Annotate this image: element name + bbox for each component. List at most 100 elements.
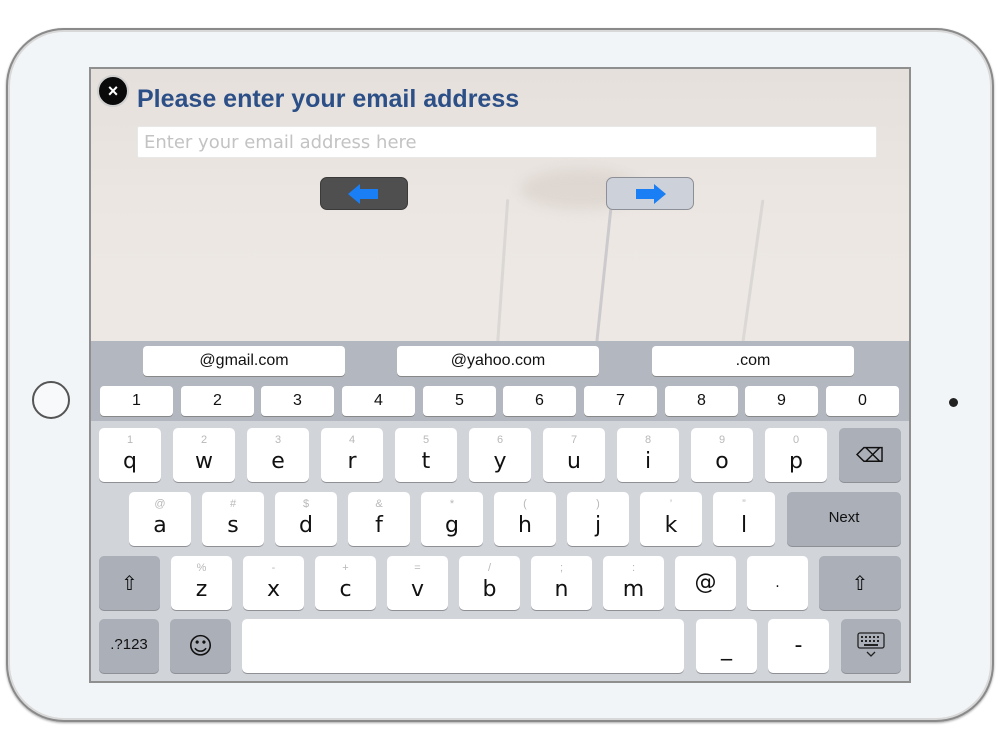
key-label: e — [271, 449, 285, 474]
next-button[interactable] — [606, 177, 694, 210]
emoji-icon: ☺ — [187, 632, 214, 660]
suggestion-yahoo[interactable]: @yahoo.com — [397, 346, 599, 376]
key-m[interactable]: :m — [603, 556, 664, 610]
key-alt: * — [449, 498, 455, 510]
underscore-key[interactable]: _ — [696, 619, 757, 673]
key-h[interactable]: (h — [494, 492, 556, 546]
key-label: - — [794, 633, 803, 658]
key-alt: + — [342, 562, 349, 574]
numbers-key[interactable]: .?123 — [99, 619, 159, 673]
suggestion-gmail[interactable]: @gmail.com — [143, 346, 345, 376]
key-alt: 9 — [718, 434, 726, 446]
arrow-left-icon — [348, 183, 378, 204]
keyboard-dismiss-icon — [857, 632, 885, 657]
key-alt: / — [487, 562, 492, 574]
close-button[interactable]: × — [97, 75, 129, 107]
key-label: y — [493, 449, 507, 474]
dismiss-keyboard-key[interactable] — [841, 619, 901, 673]
key-alt: @ — [154, 498, 166, 510]
key-label: w — [195, 449, 213, 474]
key-label: @ — [694, 570, 717, 595]
shift-icon: ⇧ — [121, 571, 138, 595]
key-c[interactable]: + c — [315, 556, 376, 610]
key-a[interactable]: @ a — [129, 492, 191, 546]
key-s[interactable]: # s — [202, 492, 264, 546]
key-r[interactable]: 4r — [321, 428, 383, 482]
key-label: m — [622, 577, 645, 602]
key-label: l — [740, 513, 748, 538]
key-d[interactable]: $ d — [275, 492, 337, 546]
key-alt: 8 — [644, 434, 652, 446]
key-i[interactable]: 8i — [617, 428, 679, 482]
key-label: i — [644, 449, 652, 474]
key-label: . — [775, 575, 780, 591]
keyboard: @gmail.com @yahoo.com .com 1 2 3 4 5 6 7… — [91, 341, 909, 681]
key-n[interactable]: ; n — [531, 556, 592, 610]
number-key-1[interactable]: 1 — [100, 386, 173, 416]
key-label: q — [123, 449, 137, 474]
key-o[interactable]: 9o — [691, 428, 753, 482]
key-alt: % — [196, 562, 207, 574]
key-f[interactable]: & f — [348, 492, 410, 546]
key-alt: 7 — [570, 434, 578, 446]
number-key-0[interactable]: 0 — [826, 386, 899, 416]
key-y[interactable]: 6y — [469, 428, 531, 482]
shift-key-left[interactable]: ⇧ — [99, 556, 160, 610]
key-x[interactable]: -x — [243, 556, 304, 610]
key-at[interactable]: @ — [675, 556, 736, 610]
arrow-right-icon — [636, 183, 666, 204]
key-u[interactable]: 7u — [543, 428, 605, 482]
home-button[interactable] — [32, 381, 70, 419]
number-key-3[interactable]: 3 — [261, 386, 334, 416]
next-key[interactable]: Next — [787, 492, 901, 546]
key-k[interactable]: ’ k — [640, 492, 702, 546]
key-w[interactable]: 2w — [173, 428, 235, 482]
number-key-5[interactable]: 5 — [423, 386, 496, 416]
key-alt: ) — [596, 498, 600, 510]
email-input[interactable] — [137, 126, 877, 158]
number-key-8[interactable]: 8 — [665, 386, 738, 416]
key-z[interactable]: % z — [171, 556, 232, 610]
key-alt: $ — [302, 498, 310, 510]
key-v[interactable]: = v — [387, 556, 448, 610]
key-t[interactable]: 5t — [395, 428, 457, 482]
number-key-6[interactable]: 6 — [503, 386, 576, 416]
key-alt: & — [375, 498, 383, 510]
key-label: x — [266, 577, 281, 602]
dash-key[interactable]: - — [768, 619, 829, 673]
number-key-2[interactable]: 2 — [181, 386, 254, 416]
close-icon: × — [107, 81, 119, 101]
key-alt: ; — [559, 562, 564, 574]
key-b[interactable]: / b — [459, 556, 520, 610]
key-label: b — [482, 577, 497, 602]
delete-key[interactable]: ⌫ — [839, 428, 901, 482]
key-j[interactable]: ) j — [567, 492, 629, 546]
number-key-9[interactable]: 9 — [745, 386, 818, 416]
key-label: d — [299, 513, 313, 538]
key-alt: - — [271, 562, 276, 574]
key-e[interactable]: 3e — [247, 428, 309, 482]
key-q[interactable]: 1q — [99, 428, 161, 482]
key-alt: 1 — [126, 434, 134, 446]
shift-key-right[interactable]: ⇧ — [819, 556, 901, 610]
key-alt: : — [631, 562, 636, 574]
key-alt: ” — [742, 498, 746, 510]
key-label: s — [227, 513, 239, 538]
emoji-key[interactable]: ☺ — [170, 619, 231, 673]
camera-icon — [949, 398, 958, 407]
number-key-4[interactable]: 4 — [342, 386, 415, 416]
suggestion-com[interactable]: .com — [652, 346, 854, 376]
page-title: Please enter your email address — [137, 85, 520, 113]
space-key[interactable] — [242, 619, 684, 673]
back-button[interactable] — [320, 177, 408, 210]
key-label: a — [153, 513, 167, 538]
key-alt: 2 — [200, 434, 208, 446]
key-g[interactable]: * g — [421, 492, 483, 546]
key-label: r — [347, 449, 357, 474]
key-period[interactable]: . — [747, 556, 808, 610]
key-label: j — [594, 513, 602, 538]
key-p[interactable]: 0p — [765, 428, 827, 482]
number-key-7[interactable]: 7 — [584, 386, 657, 416]
next-key-label: Next — [828, 509, 860, 526]
key-l[interactable]: ” l — [713, 492, 775, 546]
